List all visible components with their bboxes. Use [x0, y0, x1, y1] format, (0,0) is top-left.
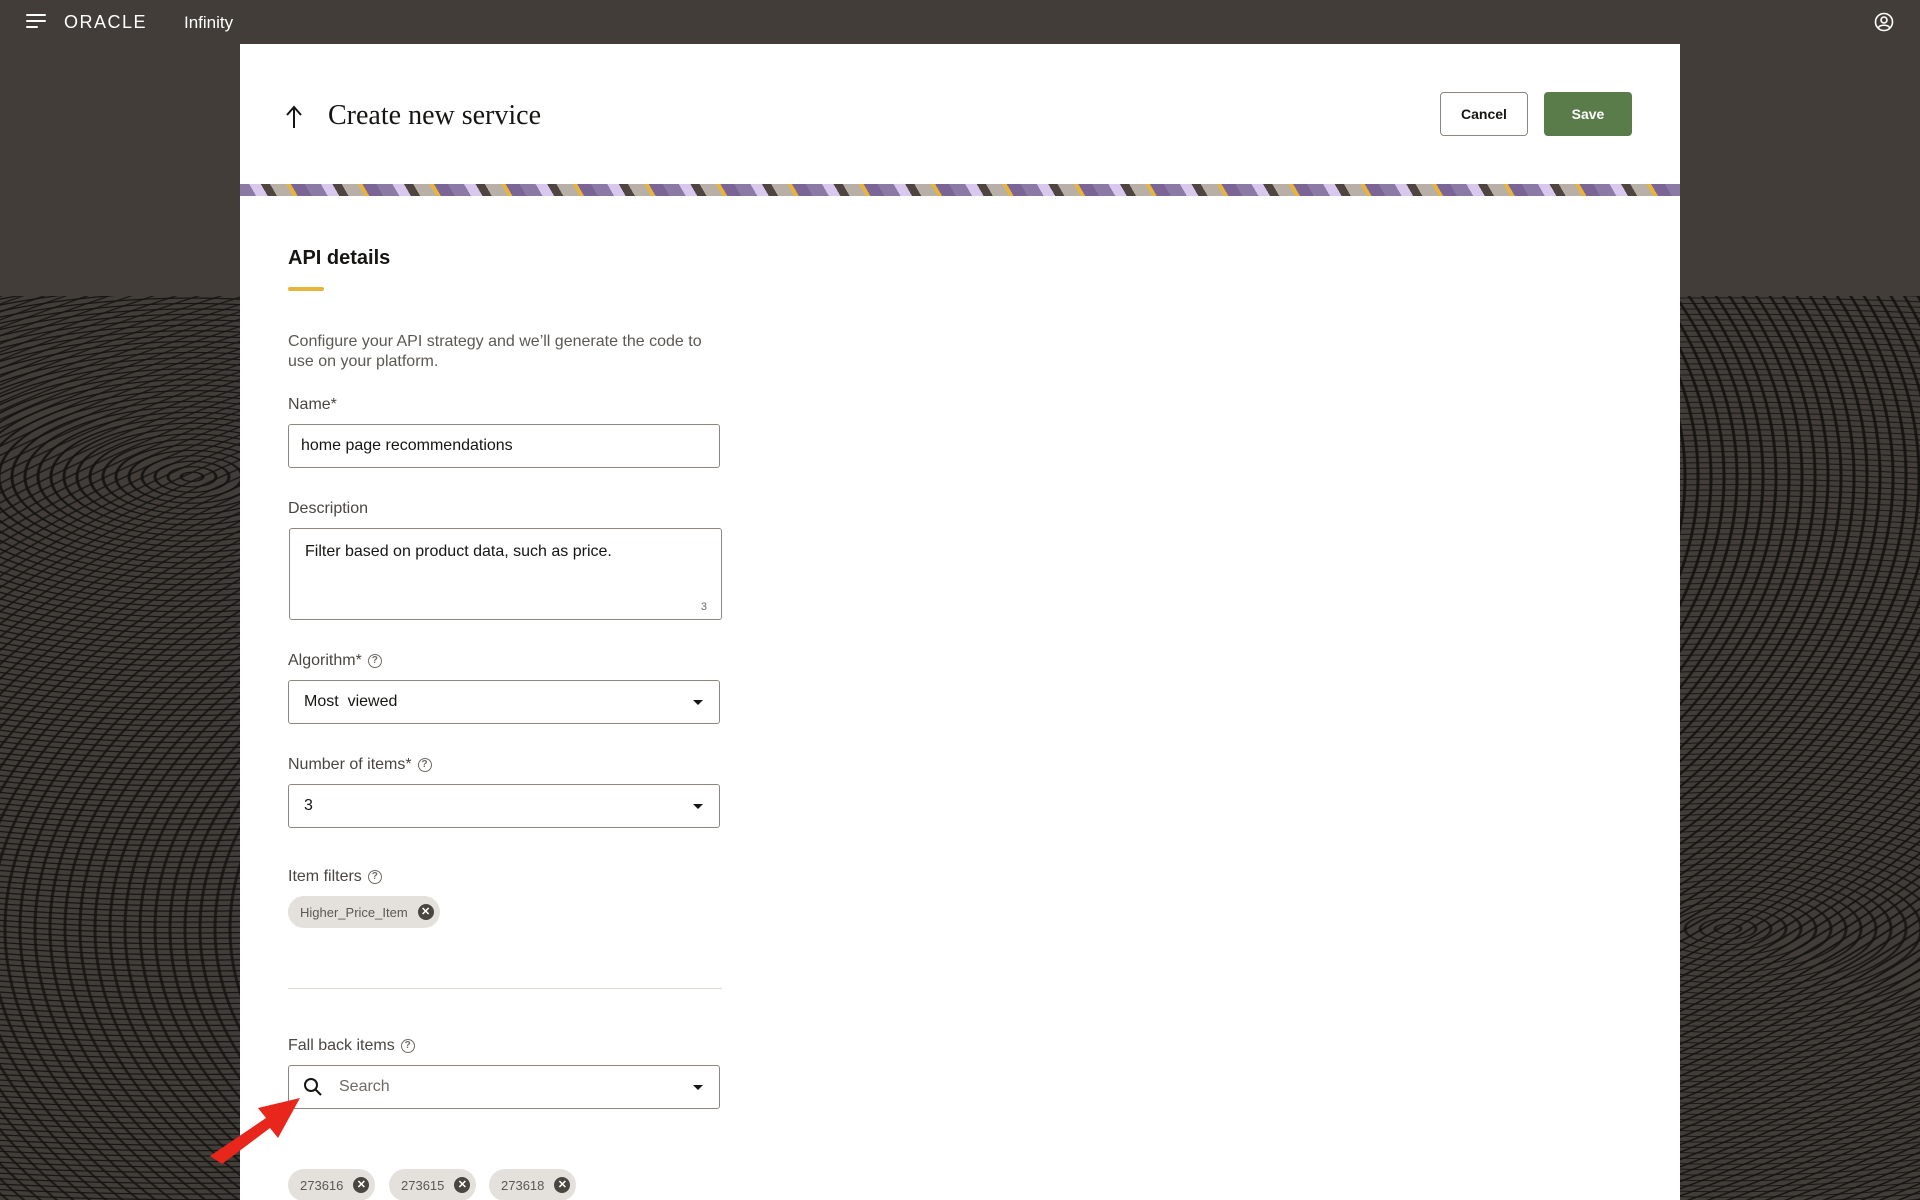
save-button[interactable]: Save [1544, 92, 1632, 136]
question-circle-icon[interactable]: ? [417, 758, 432, 772]
fallback-chip: 273618 ✕ [489, 1169, 577, 1200]
cancel-button[interactable]: Cancel [1440, 92, 1528, 136]
name-field[interactable]: home page recommendations [288, 424, 720, 468]
number-of-items-select[interactable]: 3 [288, 784, 720, 828]
section-intro: Configure your API strategy and we’ll ge… [288, 333, 702, 370]
question-circle-icon[interactable]: ? [367, 654, 382, 668]
section-title: API details [288, 247, 391, 269]
arrow-up-icon[interactable] [284, 104, 304, 130]
algorithm-select[interactable]: Most viewed [288, 680, 720, 724]
item-filters-label: Item filters ? [288, 868, 382, 886]
close-circle-icon[interactable]: ✕ [554, 1177, 571, 1193]
question-circle-icon[interactable]: ? [400, 1039, 415, 1053]
algorithm-label: Algorithm* ? [288, 652, 382, 670]
filters-label-text: Item filters [288, 868, 362, 885]
filter-chip: Higher_Price_Item ✕ [288, 896, 440, 928]
oracle-logo: ORACLE [64, 12, 148, 32]
items-value: 3 [304, 797, 313, 814]
annotation-arrow-icon [210, 1098, 300, 1164]
fallback-chip: 273616 ✕ [288, 1169, 376, 1200]
section-underline [288, 287, 324, 291]
fallback-items-label: Fall back items ? [288, 1037, 415, 1055]
name-label: Name* [288, 396, 337, 414]
algorithm-label-text: Algorithm* [288, 652, 362, 669]
page-header: Create new service Cancel Save [240, 44, 1680, 184]
caret-down-icon [693, 1085, 703, 1090]
fallback-search-select[interactable]: Search [288, 1065, 720, 1109]
items-label-text: Number of items* [288, 756, 412, 773]
fallback-chip-label: 273618 [501, 1177, 545, 1193]
fallback-chip-label: 273616 [300, 1177, 344, 1193]
caret-down-icon [693, 804, 703, 809]
close-circle-icon[interactable]: ✕ [417, 904, 434, 920]
question-circle-icon[interactable]: ? [367, 870, 382, 884]
fallback-chip: 273615 ✕ [389, 1169, 477, 1200]
description-value: Filter based on product data, such as pr… [305, 543, 612, 560]
fallback-label-text: Fall back items [288, 1037, 395, 1054]
page-title: Create new service [328, 100, 541, 131]
filter-chip-label: Higher_Price_Item [300, 904, 408, 920]
search-placeholder: Search [339, 1078, 390, 1095]
close-circle-icon[interactable]: ✕ [353, 1177, 370, 1193]
name-value: home page recommendations [301, 437, 513, 454]
search-icon [304, 1078, 322, 1096]
decorative-banner [240, 184, 1680, 196]
caret-down-icon [693, 700, 703, 705]
char-count: 3 [700, 601, 707, 613]
top-bar: ORACLE Infinity [0, 0, 1920, 44]
product-name: Infinity [184, 13, 234, 32]
close-circle-icon[interactable]: ✕ [454, 1177, 471, 1193]
description-label-text: Description [288, 500, 369, 517]
divider [288, 988, 722, 989]
algorithm-value: Most viewed [304, 693, 398, 710]
hamburger-icon[interactable] [26, 14, 46, 30]
name-label-text: Name* [288, 396, 337, 413]
user-circle-icon[interactable] [1874, 12, 1894, 32]
fallback-chip-label: 273615 [401, 1177, 445, 1193]
number-of-items-label: Number of items* ? [288, 756, 432, 774]
main-panel: Create new service Cancel Save API detai… [240, 44, 1680, 1200]
description-field[interactable]: Filter based on product data, such as pr… [289, 528, 722, 620]
description-label: Description [288, 500, 368, 518]
